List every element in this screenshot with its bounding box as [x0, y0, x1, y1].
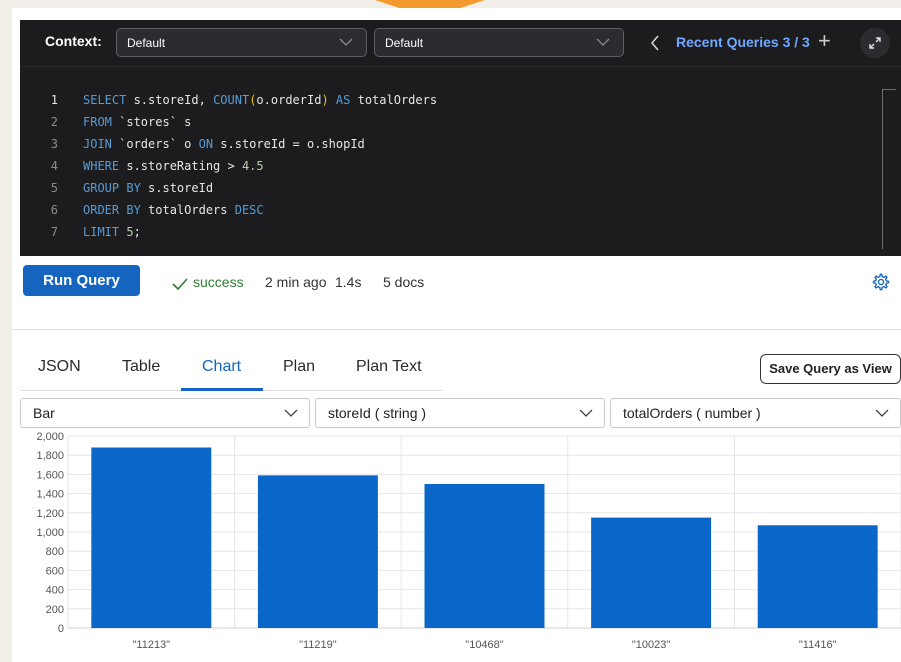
- query-editor[interactable]: 1 SELECT s.storeId, COUNT(o.orderId) AS t…: [20, 66, 901, 256]
- check-icon: [172, 278, 188, 290]
- context-bar: Context: Default Default Recent Queries …: [20, 20, 901, 66]
- expand-icon: [869, 37, 881, 49]
- tab-plan-text[interactable]: Plan Text: [356, 358, 422, 376]
- code-line[interactable]: 2 FROM `stores` s: [20, 111, 901, 133]
- code-line[interactable]: 5 GROUP BY s.storeId: [20, 177, 901, 199]
- line-number: 3: [50, 137, 58, 151]
- code-text: LIMIT 5;: [83, 225, 141, 239]
- code-text: SELECT s.storeId, COUNT(o.orderId) AS to…: [83, 93, 438, 107]
- code-line[interactable]: 3 JOIN `orders` o ON s.storeId = o.shopId: [20, 133, 901, 155]
- x-tick-label: "11416": [799, 639, 837, 651]
- y-tick-label: 1,600: [36, 469, 64, 481]
- gear-icon[interactable]: [872, 273, 890, 291]
- status-duration: 1.4s: [335, 274, 362, 290]
- code-text: JOIN `orders` o ON s.storeId = o.shopId: [83, 137, 365, 151]
- code-text: FROM `stores` s: [83, 115, 192, 129]
- bar-chart-svg: 0 200 400 600 800 1,000 1,200 1,400 1,600 1,800 2,…: [36, 431, 901, 651]
- editor-scrollbar[interactable]: [882, 89, 883, 249]
- code-text: GROUP BY s.storeId: [83, 181, 214, 195]
- code-text: WHERE s.storeRating > 4.5: [83, 159, 264, 173]
- status-time-ago: 2 min ago: [265, 274, 327, 290]
- y-tick-label: 400: [46, 585, 64, 597]
- editor-lines: 1 SELECT s.storeId, COUNT(o.orderId) AS t…: [20, 89, 901, 243]
- line-number: 7: [50, 225, 58, 239]
- scope-select[interactable]: Default: [374, 28, 624, 57]
- bar: [91, 447, 212, 628]
- x-field-select[interactable]: storeId ( string ): [315, 398, 605, 428]
- y-tick-label: 1,000: [36, 527, 64, 539]
- y-tick-label: 1,400: [36, 489, 64, 501]
- chart-type-select[interactable]: Bar: [20, 398, 310, 428]
- tab-table[interactable]: Table: [122, 358, 160, 376]
- line-number: 5: [50, 181, 58, 195]
- y-tick-label: 200: [46, 604, 64, 616]
- active-tab-indicator: [181, 388, 263, 391]
- context-label: Context:: [45, 33, 102, 49]
- bar: [757, 525, 878, 628]
- tab-json[interactable]: JSON: [38, 358, 81, 376]
- y-tick-label: 0: [58, 623, 64, 635]
- line-number: 4: [50, 159, 58, 173]
- line-number: 6: [50, 203, 58, 217]
- query-workbench-panel: Context: Default Default Recent Queries …: [12, 8, 901, 662]
- line-number: 1: [50, 93, 58, 107]
- status-doc-count: 5 docs: [383, 274, 425, 290]
- bar-chart: 0 200 400 600 800 1,000 1,200 1,400 1,600 1,800 2,…: [12, 430, 901, 660]
- save-query-as-view-button[interactable]: Save Query as View: [760, 354, 901, 384]
- y-tick-label: 1,800: [36, 450, 64, 462]
- code-line[interactable]: 1 SELECT s.storeId, COUNT(o.orderId) AS t…: [20, 89, 901, 111]
- context-select-value: Default: [127, 36, 166, 50]
- chevron-left-icon[interactable]: [647, 31, 663, 55]
- expand-button[interactable]: [860, 28, 890, 58]
- chevron-down-icon: [339, 38, 353, 46]
- y-tick-label: 600: [46, 565, 64, 577]
- chevron-down-icon: [875, 409, 889, 417]
- section-divider: [12, 329, 901, 330]
- run-query-button[interactable]: Run Query: [23, 265, 140, 296]
- x-field-value: storeId ( string ): [328, 405, 427, 421]
- code-line[interactable]: 7 LIMIT 5;: [20, 221, 901, 243]
- chevron-down-icon: [579, 409, 593, 417]
- y-field-select[interactable]: totalOrders ( number ): [610, 398, 901, 428]
- code-text: ORDER BY totalOrders DESC: [83, 203, 264, 217]
- y-tick-label: 800: [46, 546, 64, 558]
- editor-scrollbar: [882, 89, 896, 90]
- context-select[interactable]: Default: [116, 28, 367, 57]
- plus-icon[interactable]: +: [818, 29, 831, 53]
- x-tick-label: "11219": [299, 639, 337, 651]
- bar: [591, 517, 712, 628]
- y-field-value: totalOrders ( number ): [623, 405, 761, 421]
- bar: [424, 484, 545, 628]
- recent-queries-label[interactable]: Recent Queries 3 / 3: [676, 34, 810, 50]
- x-tick-label: "11213": [133, 639, 171, 651]
- code-line[interactable]: 6 ORDER BY totalOrders DESC: [20, 199, 901, 221]
- y-tick-label: 2,000: [36, 431, 64, 443]
- code-line[interactable]: 4 WHERE s.storeRating > 4.5: [20, 155, 901, 177]
- y-tick-label: 1,200: [36, 508, 64, 520]
- x-tick-label: "10023": [632, 639, 670, 651]
- scope-select-value: Default: [385, 36, 424, 50]
- tab-plan[interactable]: Plan: [283, 358, 315, 376]
- bar: [257, 475, 378, 628]
- chart-type-value: Bar: [33, 405, 55, 421]
- chevron-down-icon: [284, 409, 298, 417]
- chevron-down-icon: [596, 38, 610, 46]
- status-success: success: [193, 274, 244, 290]
- x-tick-label: "10468": [465, 639, 503, 651]
- tab-chart[interactable]: Chart: [202, 358, 241, 376]
- line-number: 2: [50, 115, 58, 129]
